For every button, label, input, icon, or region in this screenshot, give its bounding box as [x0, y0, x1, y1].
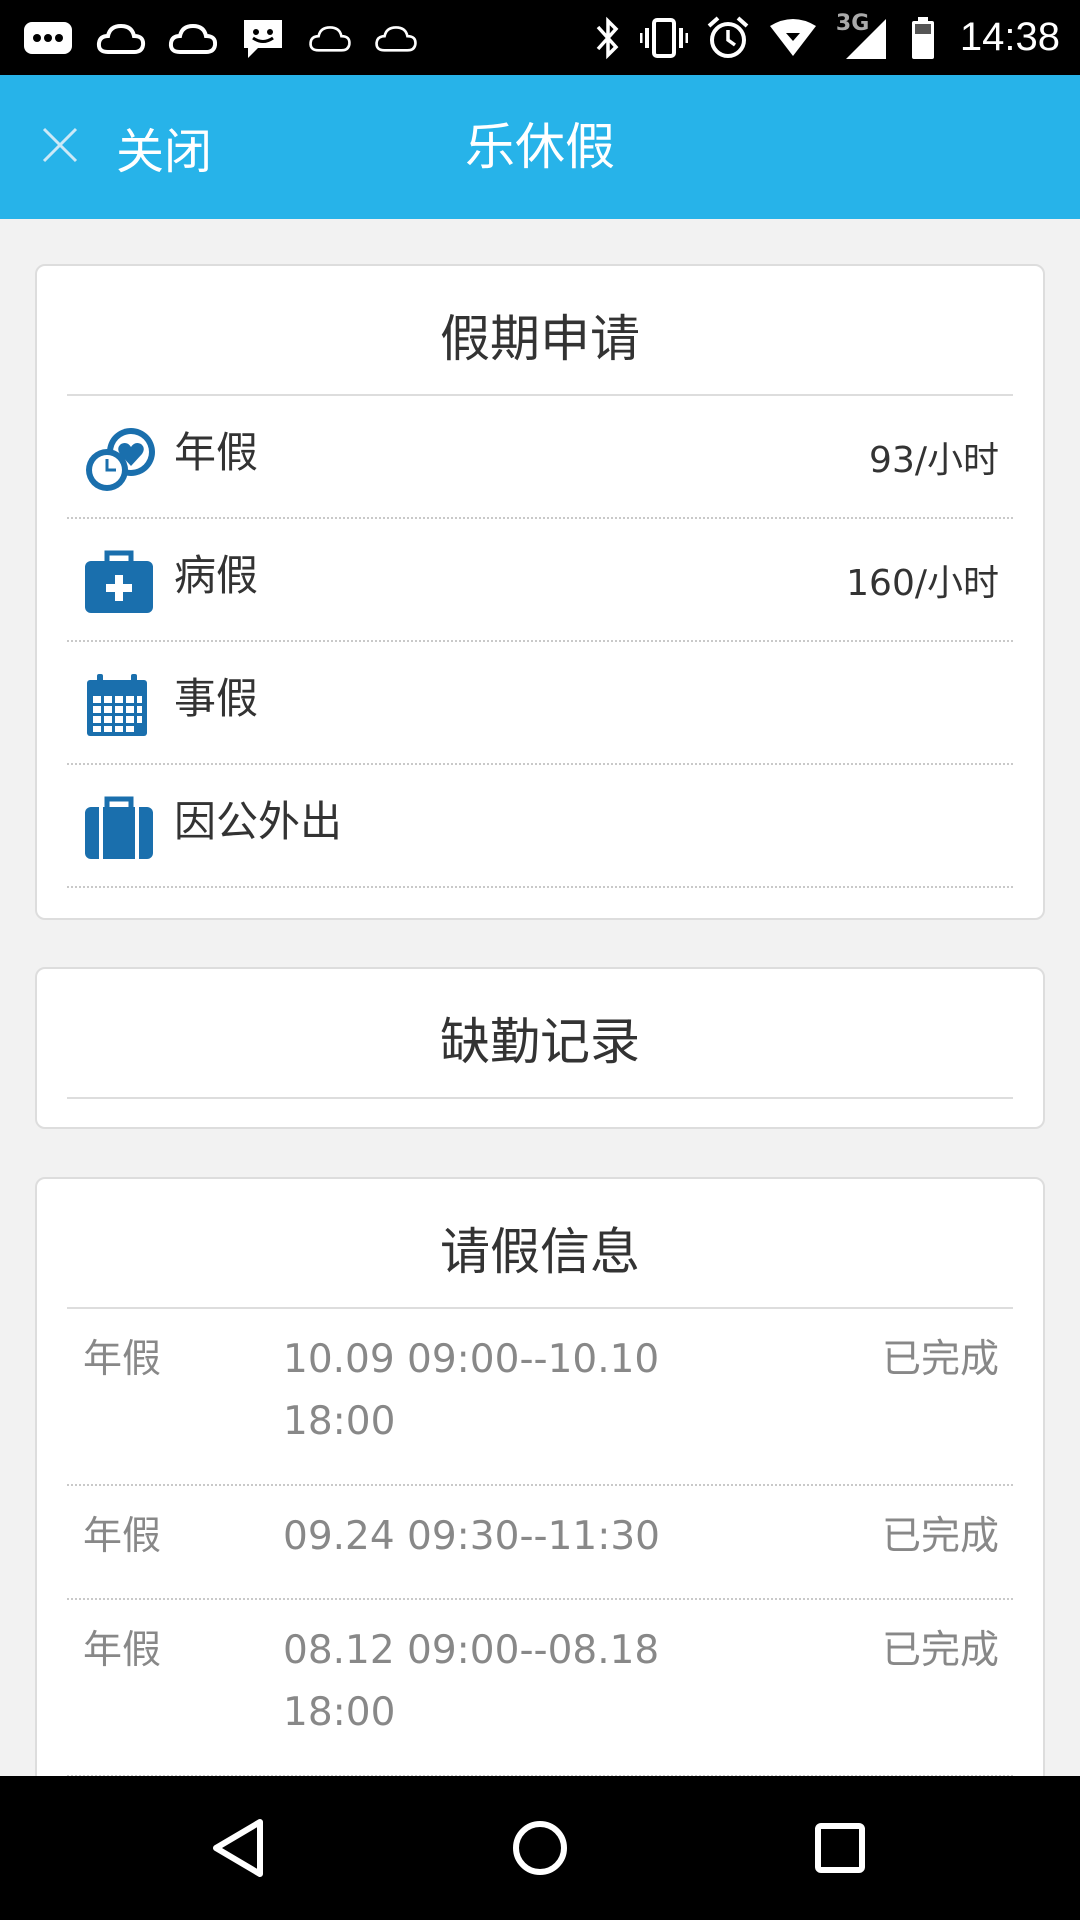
cloud-icon [96, 18, 146, 58]
alarm-icon [706, 16, 750, 60]
close-label: 关闭 [116, 124, 213, 180]
network-type: 3G [836, 11, 892, 61]
leave-type-label: 年假 [174, 428, 259, 477]
leave-type-label: 病假 [174, 551, 259, 600]
wifi-icon [768, 18, 818, 58]
leave-record-time: 10.09 09:00--10.10 18:00 [283, 1337, 660, 1444]
leave-record-type: 年假 [83, 1337, 162, 1382]
absence-record-header: 缺勤记录 [67, 969, 1013, 1099]
leave-record-time: 09.24 09:30--11:30 [283, 1514, 660, 1559]
close-icon [40, 125, 80, 169]
annual-leave-icon [83, 426, 155, 492]
vibrate-icon [639, 16, 688, 60]
leave-type-annual[interactable]: 年假 93/小时 [67, 396, 1013, 519]
leave-info-header: 请假信息 [67, 1179, 1013, 1309]
leave-info-card: 请假信息 年假 10.09 09:00--10.10 18:00 已完成 年假 … [35, 1177, 1045, 1817]
leave-record-row[interactable]: 年假 10.09 09:00--10.10 18:00 已完成 [67, 1309, 1013, 1486]
leave-record-type: 年假 [83, 1628, 162, 1673]
leave-record-status: 已完成 [881, 1514, 999, 1559]
navigation-bar [0, 1776, 1080, 1920]
leave-type-sick[interactable]: 病假 160/小时 [67, 519, 1013, 642]
leave-balance: 93/小时 [869, 440, 999, 481]
leave-type-label: 事假 [174, 674, 259, 723]
leave-type-label: 因公外出 [174, 797, 343, 846]
close-button[interactable]: 关闭 [40, 75, 212, 219]
bluetooth-icon [594, 15, 622, 61]
more-icon [22, 18, 74, 58]
home-icon [513, 1821, 567, 1875]
clock-time: 14:38 [959, 15, 1060, 59]
cloud-outline-icon [374, 20, 418, 56]
status-bar: 3G 14:38 [0, 0, 1080, 75]
calendar-icon [83, 672, 155, 738]
leave-record-row[interactable]: 年假 09.24 09:30--11:30 已完成 [67, 1486, 1013, 1600]
home-button[interactable] [500, 1808, 580, 1888]
vacation-apply-card: 假期申请 年假 93/小时 病假 160/小时 事假 因公外出 [35, 264, 1045, 920]
leave-record-time: 08.12 09:00--08.18 18:00 [283, 1628, 660, 1735]
cloud-icon [168, 18, 218, 58]
leave-type-business-trip[interactable]: 因公外出 [67, 765, 1013, 888]
leave-type-personal[interactable]: 事假 [67, 642, 1013, 765]
message-icon [240, 16, 286, 60]
absence-record-card[interactable]: 缺勤记录 [35, 967, 1045, 1129]
recents-button[interactable] [800, 1808, 880, 1888]
leave-record-row[interactable]: 年假 08.12 09:00--08.18 18:00 已完成 [67, 1600, 1013, 1777]
leave-balance: 160/小时 [846, 563, 999, 604]
recents-icon [815, 1823, 865, 1873]
leave-record-status: 已完成 [881, 1628, 999, 1673]
cloud-outline-icon [308, 20, 352, 56]
vacation-apply-header: 假期申请 [67, 266, 1013, 396]
leave-record-status: 已完成 [881, 1337, 999, 1382]
medical-kit-icon [83, 549, 155, 615]
app-toolbar: 关闭 乐休假 [0, 75, 1080, 219]
battery-icon [910, 15, 936, 61]
leave-record-type: 年假 [83, 1514, 162, 1559]
briefcase-icon [83, 795, 155, 861]
back-icon [213, 1819, 263, 1877]
back-button[interactable] [200, 1808, 280, 1888]
